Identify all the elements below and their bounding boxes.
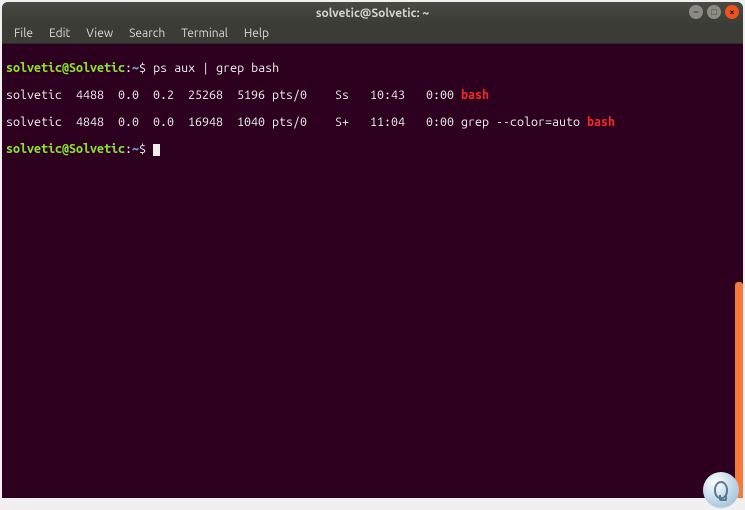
prompt-path: ~ [132,142,139,156]
grep-match: bash [461,88,489,102]
menu-help[interactable]: Help [236,25,277,42]
prompt-path: ~ [132,61,139,75]
menubar: File Edit View Search Terminal Help [2,24,743,44]
lightbulb-icon [714,481,728,499]
menu-edit[interactable]: Edit [41,25,78,42]
menu-terminal[interactable]: Terminal [173,25,236,42]
window-controls: – □ × [689,5,739,19]
close-button[interactable]: × [725,5,739,19]
output-text: solvetic 4488 0.0 0.2 25268 5196 pts/0 S… [6,88,461,102]
terminal-line: solvetic@Solvetic:~$ [6,143,737,157]
prompt-symbol: $ [139,142,146,156]
prompt-colon: : [125,61,132,75]
grep-match: bash [587,115,615,129]
prompt-colon: : [125,142,132,156]
menu-search[interactable]: Search [121,25,173,42]
titlebar: solvetic@Solvetic: ~ – □ × [2,2,743,24]
terminal-line: solvetic@Solvetic:~$ ps aux | grep bash [6,62,737,76]
window-title: solvetic@Solvetic: ~ [316,7,429,20]
maximize-button[interactable]: □ [707,5,721,19]
scrollbar[interactable] [735,282,743,498]
command-text: ps aux | grep bash [146,61,279,75]
terminal-body[interactable]: solvetic@Solvetic:~$ ps aux | grep bash … [2,44,743,498]
output-text: solvetic 4848 0.0 0.0 16948 1040 pts/0 S… [6,115,587,129]
terminal-line: solvetic 4488 0.0 0.2 25268 5196 pts/0 S… [6,89,737,103]
prompt-symbol: $ [139,61,146,75]
input-area[interactable] [146,142,160,156]
menu-file[interactable]: File [6,25,41,42]
help-bubble[interactable] [703,472,739,508]
prompt-user: solvetic@Solvetic [6,142,125,156]
terminal-line: solvetic 4848 0.0 0.0 16948 1040 pts/0 S… [6,116,737,130]
prompt-user: solvetic@Solvetic [6,61,125,75]
menu-view[interactable]: View [78,25,121,42]
terminal-window: solvetic@Solvetic: ~ – □ × File Edit Vie… [2,2,743,498]
minimize-button[interactable]: – [689,5,703,19]
cursor [153,144,160,156]
